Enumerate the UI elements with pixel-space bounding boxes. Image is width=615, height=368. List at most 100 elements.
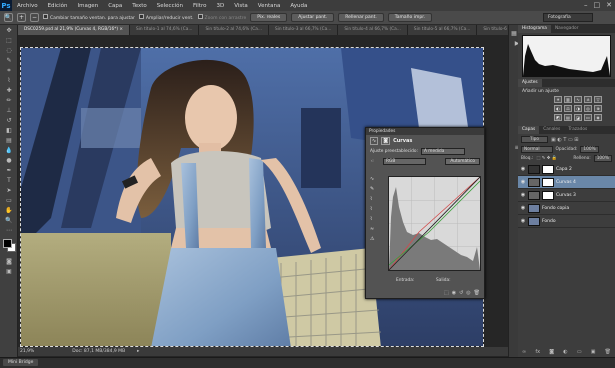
menu-item-6[interactable]: Filtro — [188, 3, 211, 9]
scrubby-zoom-option[interactable]: Zoom con arrastre — [197, 14, 246, 21]
levels-icon[interactable]: ▥ — [564, 96, 572, 103]
layer-row[interactable]: ◉ Capa 2 — [518, 163, 615, 176]
link-layers-icon[interactable]: ∞ — [522, 349, 526, 355]
screen-mode-icon[interactable]: ▣ — [3, 267, 15, 276]
layer-style-icon[interactable]: fx — [535, 349, 540, 355]
document-tab-3[interactable]: Sin título-3 al 66,7% (Ca... — [268, 25, 339, 35]
clipping-warning-icon[interactable]: ⚠ — [370, 236, 374, 242]
posterize-icon[interactable]: ▤ — [564, 114, 572, 121]
fit-screen-button[interactable]: Ajustar pant. — [291, 13, 335, 22]
fill-input[interactable]: 100% — [593, 155, 612, 162]
filter-icons[interactable]: ▣ ◐ T ▭ ⊞ — [551, 137, 578, 143]
type-tool-icon[interactable]: T — [3, 176, 15, 185]
zoom-tool-icon[interactable]: 🔍 — [4, 13, 13, 22]
visibility-eye-icon[interactable]: ◉ — [520, 166, 526, 172]
reset-icon[interactable]: ↺ — [459, 290, 463, 296]
document-tab-2[interactable]: Sin título-2 al 74,6% (Ca... — [199, 25, 269, 35]
minimize-button[interactable]: – — [584, 1, 588, 9]
zoom-level[interactable]: 21,9% — [20, 349, 34, 354]
eyedropper-tool-icon[interactable]: ⌇ — [3, 76, 15, 85]
crop-tool-icon[interactable]: ⌗ — [3, 66, 15, 75]
maximize-button[interactable]: □ — [594, 1, 601, 9]
point-edit-icon[interactable]: ∿ — [370, 176, 374, 182]
history-brush-tool-icon[interactable]: ↺ — [3, 116, 15, 125]
auto-button[interactable]: Automático — [445, 158, 480, 165]
lasso-tool-icon[interactable]: ◌ — [3, 46, 15, 55]
curves-icon[interactable]: ∿ — [574, 96, 582, 103]
brush-tool-icon[interactable]: ✏ — [3, 96, 15, 105]
zoom-in-icon[interactable]: + — [17, 13, 26, 22]
channel-select[interactable]: RGB — [383, 158, 427, 165]
resize-windows-checkbox[interactable] — [43, 14, 48, 19]
zoom-all-checkbox[interactable] — [138, 14, 144, 19]
lock-icons[interactable]: ⬚ ✎ ✥ 🔒 — [536, 156, 557, 161]
more-tools-icon[interactable]: ⋯ — [3, 226, 15, 235]
curves-graph[interactable] — [388, 176, 481, 271]
layer-mask-thumbnail[interactable] — [542, 177, 554, 187]
move-tool-icon[interactable]: ✥ — [3, 26, 15, 35]
on-image-adjust-icon[interactable]: ☜ — [370, 159, 380, 164]
dodge-tool-icon[interactable]: ● — [3, 156, 15, 165]
color-swatches[interactable] — [2, 237, 16, 255]
layer-row[interactable]: ◉ Fondo copia — [518, 202, 615, 215]
delete-adjustment-icon[interactable]: 🗑 — [474, 290, 480, 296]
close-button[interactable]: ✕ — [606, 1, 612, 9]
selective-color-icon[interactable]: ◈ — [594, 114, 602, 121]
resize-windows-option[interactable]: Cambiar tamaño ventan. para ajustar — [43, 14, 135, 21]
hue-saturation-icon[interactable]: ◐ — [554, 105, 562, 112]
new-adjustment-icon[interactable]: ◐ — [563, 349, 567, 355]
fill-screen-button[interactable]: Rellenar pant. — [338, 13, 384, 22]
tab-channels[interactable]: Canales — [539, 126, 564, 134]
zoom-all-option[interactable]: Ampliar/reducir vent. — [138, 14, 194, 21]
brightness-icon[interactable]: ☀ — [554, 96, 562, 103]
visibility-eye-icon[interactable]: ◉ — [520, 179, 526, 185]
menu-item-9[interactable]: Ventana — [253, 3, 286, 9]
healing-brush-tool-icon[interactable]: ✚ — [3, 86, 15, 95]
smooth-icon[interactable]: ≈ — [370, 226, 374, 232]
tab-paths[interactable]: Trazados — [564, 126, 591, 134]
gray-point-eyedropper-icon[interactable]: ⌇ — [370, 206, 374, 212]
quick-mask-icon[interactable]: ◙ — [3, 257, 15, 266]
photo-filter-icon[interactable]: ◎ — [584, 105, 592, 112]
view-previous-icon[interactable]: ◉ — [452, 290, 456, 296]
visibility-eye-icon[interactable]: ◉ — [520, 192, 526, 198]
black-point-eyedropper-icon[interactable]: ⌇ — [370, 196, 374, 202]
layer-row[interactable]: ◉ Fondo — [518, 215, 615, 228]
path-select-tool-icon[interactable]: ➤ — [3, 186, 15, 195]
menu-item-8[interactable]: Vista — [229, 3, 253, 9]
channel-mixer-icon[interactable]: ⊕ — [594, 105, 602, 112]
scrubby-zoom-checkbox[interactable] — [197, 14, 203, 19]
opacity-input[interactable]: 100% — [580, 146, 599, 153]
add-mask-icon[interactable]: ◙ — [549, 349, 554, 355]
exposure-icon[interactable]: ± — [584, 96, 592, 103]
delete-layer-icon[interactable]: 🗑 — [605, 349, 611, 355]
workspace-selector[interactable]: Fotografía — [543, 13, 593, 22]
zoom-out-icon[interactable]: − — [30, 13, 39, 22]
menu-item-5[interactable]: Selección — [152, 3, 188, 9]
tab-histogram[interactable]: Histograma — [518, 25, 551, 33]
layer-mask-thumbnail[interactable] — [542, 164, 554, 174]
eraser-tool-icon[interactable]: ◧ — [3, 126, 15, 135]
visibility-eye-icon[interactable]: ◉ — [520, 218, 526, 224]
visibility-icon[interactable]: ◎ — [466, 290, 470, 296]
document-tab-5[interactable]: Sin título-5 al 66,7% (Ca... — [407, 25, 478, 35]
new-group-icon[interactable]: ▭ — [577, 349, 582, 355]
gradient-tool-icon[interactable]: ▤ — [3, 136, 15, 145]
hand-tool-icon[interactable]: ✋ — [3, 206, 15, 215]
properties-header[interactable]: Propiedades — [366, 128, 484, 135]
mini-bridge-tab[interactable]: Mini Bridge — [3, 359, 39, 366]
vibrance-icon[interactable]: ▽ — [594, 96, 602, 103]
color-balance-icon[interactable]: ⚖ — [564, 105, 572, 112]
mask-icon[interactable]: ◙ — [381, 137, 391, 145]
gradient-map-icon[interactable]: ▭ — [584, 114, 592, 121]
visibility-eye-icon[interactable]: ◉ — [520, 205, 526, 211]
new-layer-icon[interactable]: ▣ — [591, 349, 596, 355]
document-tab-0[interactable]: DSC0259.psd al 21,9% (Curvas 4, RGB/16*)… — [18, 25, 130, 35]
tab-navigator[interactable]: Navegador — [551, 25, 583, 33]
preset-select[interactable]: A medida — [420, 148, 466, 155]
menu-item-3[interactable]: Capa — [103, 3, 127, 9]
foreground-color-swatch[interactable] — [3, 239, 12, 248]
pencil-icon[interactable]: ✎ — [370, 186, 374, 192]
menu-item-2[interactable]: Imagen — [72, 3, 103, 9]
layer-row[interactable]: ◉ Curvas 3 — [518, 189, 615, 202]
